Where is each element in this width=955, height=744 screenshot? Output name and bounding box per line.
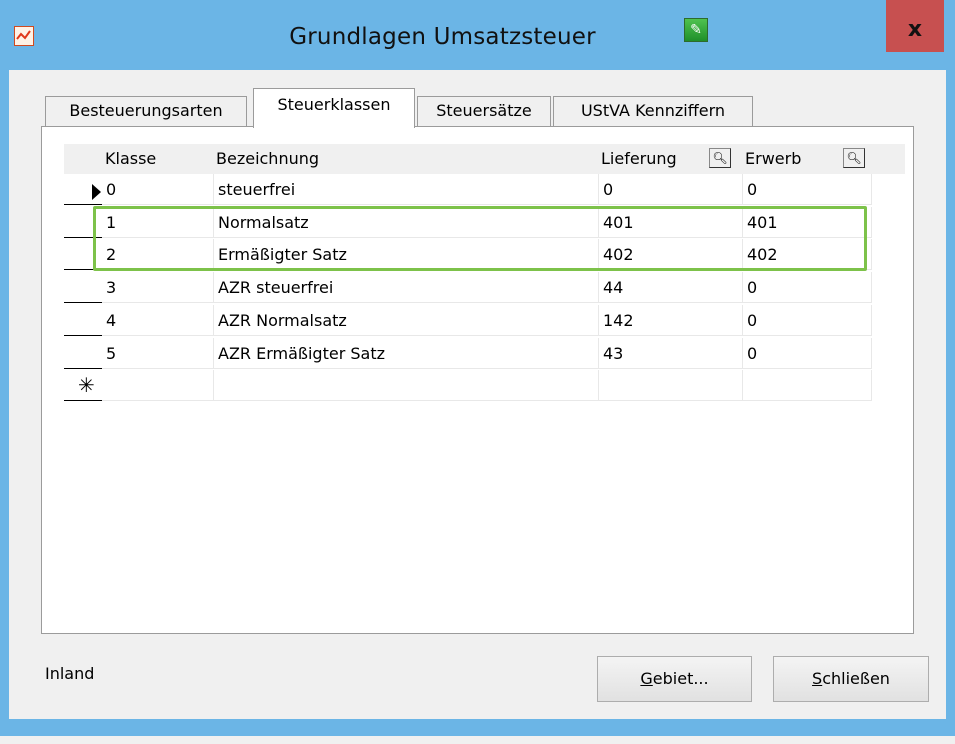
- column-header-lieferung[interactable]: Lieferung: [601, 144, 677, 174]
- pin-icon[interactable]: ✎: [684, 18, 708, 42]
- cell-lieferung[interactable]: 142: [599, 304, 743, 336]
- cell-erwerb[interactable]: 0: [743, 337, 872, 369]
- status-region-label: Inland: [45, 664, 95, 683]
- cell-bezeichnung[interactable]: AZR steuerfrei: [214, 272, 599, 304]
- column-header-bezeichnung[interactable]: Bezeichnung: [216, 144, 319, 174]
- tab-steuerklassen[interactable]: Steuerklassen: [253, 88, 415, 128]
- column-header-klasse[interactable]: Klasse: [105, 144, 156, 174]
- tab-ustva-kennziffern[interactable]: UStVA Kennziffern: [553, 96, 753, 126]
- cell-lieferung[interactable]: 0: [599, 174, 743, 205]
- cell-erwerb[interactable]: 402: [743, 239, 872, 271]
- cell-lieferung[interactable]: 44: [599, 272, 743, 304]
- column-header-erwerb[interactable]: Erwerb: [745, 144, 801, 174]
- close-button[interactable]: x: [886, 0, 944, 52]
- cell-klasse[interactable]: [102, 370, 214, 401]
- table-row[interactable]: 5 AZR Ermäßigter Satz 43 0: [64, 337, 872, 369]
- bottom-strip: [0, 736, 955, 744]
- table-row[interactable]: 1 Normalsatz 401 401: [64, 206, 872, 238]
- cell-erwerb[interactable]: 0: [743, 304, 872, 336]
- erwerb-lookup-icon[interactable]: 🔍︎: [843, 148, 865, 168]
- cell-erwerb[interactable]: 401: [743, 206, 872, 238]
- cell-bezeichnung[interactable]: Normalsatz: [214, 206, 599, 238]
- row-selector[interactable]: [64, 174, 102, 205]
- cell-erwerb[interactable]: 0: [743, 174, 872, 205]
- row-selector[interactable]: [64, 207, 102, 238]
- cell-lieferung[interactable]: 401: [599, 206, 743, 238]
- table-row[interactable]: 0 steuerfrei 0 0: [64, 174, 872, 205]
- tab-steuersaetze[interactable]: Steuersätze: [417, 96, 551, 126]
- grid-header: Klasse Bezeichnung Lieferung 🔍︎ Erwerb 🔍…: [64, 144, 905, 174]
- row-selector[interactable]: [64, 305, 102, 336]
- row-selector[interactable]: [64, 338, 102, 369]
- cell-erwerb[interactable]: [743, 370, 872, 401]
- schliessen-button[interactable]: Schließen: [773, 656, 929, 702]
- cell-bezeichnung[interactable]: AZR Normalsatz: [214, 304, 599, 336]
- cell-lieferung[interactable]: 402: [599, 239, 743, 271]
- cell-lieferung[interactable]: 43: [599, 337, 743, 369]
- row-selector[interactable]: ✳: [64, 370, 102, 401]
- new-record-icon: ✳: [78, 373, 95, 397]
- dialog-window: Grundlagen Umsatzsteuer ✎ x Besteuerungs…: [0, 0, 955, 736]
- cell-erwerb[interactable]: 0: [743, 272, 872, 304]
- cell-bezeichnung[interactable]: [214, 370, 599, 401]
- cell-klasse[interactable]: 4: [102, 304, 214, 336]
- cell-klasse[interactable]: 0: [102, 174, 214, 205]
- cell-klasse[interactable]: 5: [102, 337, 214, 369]
- tab-besteuerungsarten[interactable]: Besteuerungsarten: [45, 96, 247, 126]
- window-title: Grundlagen Umsatzsteuer: [289, 24, 596, 50]
- lieferung-lookup-icon[interactable]: 🔍︎: [709, 148, 731, 168]
- row-selector[interactable]: [64, 239, 102, 271]
- cell-bezeichnung[interactable]: steuerfrei: [214, 174, 599, 205]
- table-row[interactable]: 3 AZR steuerfrei 44 0: [64, 272, 872, 304]
- gebiet-button[interactable]: Gebiet...: [597, 656, 752, 702]
- cell-bezeichnung[interactable]: AZR Ermäßigter Satz: [214, 337, 599, 369]
- row-selector[interactable]: [64, 272, 102, 304]
- cell-klasse[interactable]: 2: [102, 239, 214, 271]
- new-row[interactable]: ✳: [64, 370, 872, 401]
- cell-klasse[interactable]: 3: [102, 272, 214, 304]
- title-bar[interactable]: Grundlagen Umsatzsteuer ✎ x: [0, 0, 955, 70]
- cell-bezeichnung[interactable]: Ermäßigter Satz: [214, 239, 599, 271]
- cell-lieferung[interactable]: [599, 370, 743, 401]
- table-row[interactable]: 4 AZR Normalsatz 142 0: [64, 304, 872, 336]
- cell-klasse[interactable]: 1: [102, 206, 214, 238]
- table-row[interactable]: 2 Ermäßigter Satz 402 402: [64, 239, 872, 271]
- current-row-arrow-icon: [92, 184, 101, 200]
